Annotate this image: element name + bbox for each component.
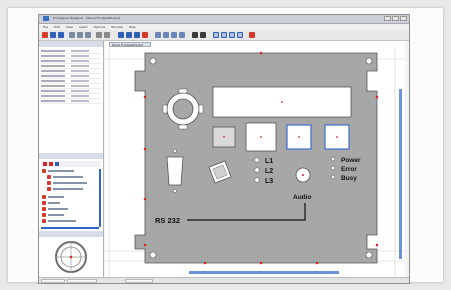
tree-panel-title (39, 153, 103, 159)
vertical-scrollbar (399, 89, 402, 259)
tool-icon[interactable] (155, 32, 161, 38)
tool-icon[interactable] (163, 32, 169, 38)
property-row[interactable] (41, 99, 101, 104)
left-panel (39, 41, 104, 277)
add-icon[interactable] (43, 162, 47, 166)
save-icon[interactable] (58, 32, 64, 38)
mounting-hole (365, 251, 373, 259)
open-icon[interactable] (50, 32, 56, 38)
new-icon[interactable] (42, 32, 48, 38)
selection-handle (315, 261, 319, 265)
tree-scrollbar-vertical[interactable] (99, 169, 101, 227)
mounting-hole (365, 57, 373, 65)
tool-icon[interactable] (192, 32, 198, 38)
tool-icon[interactable] (200, 32, 206, 38)
minimize-button[interactable] (384, 16, 391, 21)
led-hole (254, 167, 260, 173)
app-icon (43, 16, 49, 21)
led-label-l2: L2 (265, 168, 273, 175)
pointer-icon[interactable] (104, 32, 110, 38)
toolbar (39, 30, 409, 41)
tool-icon[interactable] (249, 32, 255, 38)
window-controls (384, 16, 407, 21)
cut-icon[interactable] (69, 32, 75, 38)
tool-icon[interactable] (118, 32, 124, 38)
selection-handle (203, 261, 207, 265)
led-hole (330, 156, 336, 162)
close-button[interactable] (400, 16, 407, 21)
led-label-l3: L3 (265, 178, 273, 185)
panel-drawing[interactable]: L1 L2 L3 Audio Power Error Busy RS 232 (105, 49, 405, 277)
led-hole (254, 157, 260, 163)
rs232-label: RS 232 (155, 216, 180, 225)
tool-icon[interactable] (237, 32, 243, 38)
copy-icon[interactable] (77, 32, 83, 38)
selection-handle (375, 243, 379, 247)
selection-handle (143, 95, 147, 99)
led-label-power: Power (341, 157, 361, 164)
preview-thumbnail[interactable] (43, 239, 99, 275)
window-title: Frontpanel Designer - [Panel Frontplatte… (53, 16, 120, 20)
properties-panel-title (39, 41, 103, 47)
horizontal-scrollbar (189, 271, 339, 274)
selection-handle (143, 243, 147, 247)
selection-handle (143, 197, 147, 201)
preview-panel-title (39, 231, 103, 237)
led-hole (330, 165, 336, 171)
paste-icon[interactable] (85, 32, 91, 38)
led-hole (254, 177, 260, 183)
selection-handle (259, 51, 263, 55)
tool-icon[interactable] (171, 32, 177, 38)
status-field (125, 279, 153, 283)
status-bar (39, 277, 409, 283)
db9-connector (166, 156, 184, 186)
mounting-hole (149, 57, 157, 65)
up-icon[interactable] (55, 162, 59, 166)
selection-handle (259, 261, 263, 265)
mounting-hole (149, 251, 157, 259)
tool-icon[interactable] (229, 32, 235, 38)
maximize-button[interactable] (392, 16, 399, 21)
tree-toolbar (41, 161, 101, 167)
tool-icon[interactable] (213, 32, 219, 38)
app-window: Frontpanel Designer - [Panel Frontplatte… (38, 14, 410, 284)
led-hole (330, 174, 336, 180)
led-label-l1: L1 (265, 158, 273, 165)
selection-handle (375, 95, 379, 99)
tree-scrollbar[interactable] (41, 227, 99, 229)
title-bar: Frontpanel Designer - [Panel Frontplatte… (39, 15, 409, 24)
led-label-busy: Busy (341, 175, 357, 182)
selection-handle (143, 147, 147, 151)
zoom-icon[interactable] (96, 32, 102, 38)
led-label-error: Error (341, 166, 357, 173)
tool-icon[interactable] (179, 32, 185, 38)
delete-icon[interactable] (49, 162, 53, 166)
status-field (67, 279, 97, 283)
tool-icon[interactable] (221, 32, 227, 38)
audio-label: Audio (293, 194, 311, 201)
fan-cutout-center (172, 98, 194, 120)
status-field (41, 279, 65, 283)
tool-icon[interactable] (134, 32, 140, 38)
tool-icon[interactable] (142, 32, 148, 38)
tab-document[interactable]: Panel Frontplatte.fpd (109, 42, 151, 47)
tool-icon[interactable] (126, 32, 132, 38)
